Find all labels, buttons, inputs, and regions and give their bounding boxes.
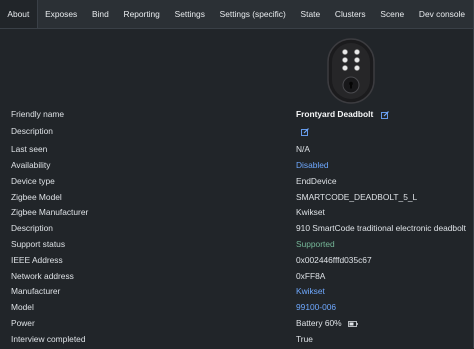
availability-link[interactable]: Disabled	[296, 160, 329, 170]
tab-about[interactable]: About	[0, 0, 38, 28]
power-label: Power	[11, 318, 35, 328]
row-model: Model 99100-006	[0, 302, 474, 317]
tab-exposes[interactable]: Exposes	[38, 0, 85, 28]
friendly-name-label: Friendly name	[11, 109, 65, 119]
support-status-link[interactable]: Supported	[296, 239, 335, 249]
interview-completed-value: True	[296, 334, 313, 344]
tab-bind[interactable]: Bind	[85, 0, 117, 28]
zigbee-model-label: Zigbee Model	[11, 192, 62, 202]
row-device-type: Device type EndDevice	[0, 176, 474, 191]
row-ieee-address: IEEE Address 0x002446fffd035c67	[0, 255, 474, 270]
description-value: 910 SmartCode traditional electronic dea…	[296, 223, 466, 233]
edit-description-icon[interactable]	[301, 128, 309, 136]
network-address-value: 0xFF8A	[296, 271, 326, 281]
row-manufacturer: Manufacturer Kwikset	[0, 286, 474, 301]
manufacturer-label: Manufacturer	[11, 286, 61, 296]
zigbee-manufacturer-label: Zigbee Manufacturer	[11, 207, 89, 217]
manufacturer-link[interactable]: Kwikset	[296, 286, 325, 296]
deadbolt-lock-image	[327, 38, 375, 104]
friendly-name-value: Frontyard Deadbolt	[296, 109, 389, 119]
row-network-address: Network address 0xFF8A	[0, 271, 474, 286]
row-description: Description 910 SmartCode traditional el…	[0, 223, 474, 238]
model-label: Model	[11, 302, 34, 312]
tab-reporting[interactable]: Reporting	[116, 0, 167, 28]
zigbee-manufacturer-value: Kwikset	[296, 207, 325, 217]
tab-bar: About Exposes Bind Reporting Settings Se…	[0, 0, 474, 29]
row-support-status: Support status Supported	[0, 239, 474, 254]
interview-completed-label: Interview completed	[11, 334, 86, 344]
friendly-name-text: Frontyard Deadbolt	[296, 109, 374, 119]
ieee-address-label: IEEE Address	[11, 255, 63, 265]
tab-settings-specific[interactable]: Settings (specific)	[212, 0, 293, 28]
ieee-address-value: 0x002446fffd035c67	[296, 255, 372, 265]
row-zigbee-manufacturer: Zigbee Manufacturer Kwikset	[0, 207, 474, 222]
power-text: Battery 60%	[296, 318, 342, 328]
row-friendly-name: Friendly name Frontyard Deadbolt	[0, 109, 474, 124]
description-edit-label: Description	[11, 126, 53, 136]
network-address-label: Network address	[11, 271, 74, 281]
availability-label: Availability	[11, 160, 51, 170]
description-label: Description	[11, 223, 53, 233]
last-seen-value: N/A	[296, 144, 310, 154]
battery-icon	[348, 320, 358, 327]
support-status-label: Support status	[11, 239, 66, 249]
row-last-seen: Last seen N/A	[0, 144, 474, 159]
tab-scene[interactable]: Scene	[373, 0, 412, 28]
model-link[interactable]: 99100-006	[296, 302, 336, 312]
tab-state[interactable]: State	[293, 0, 327, 28]
row-power: Power Battery 60%	[0, 318, 474, 333]
device-type-value: EndDevice	[296, 176, 337, 186]
last-seen-label: Last seen	[11, 144, 48, 154]
tab-settings[interactable]: Settings	[167, 0, 212, 28]
tab-dev-console[interactable]: Dev console	[412, 0, 473, 28]
row-availability: Availability Disabled	[0, 160, 474, 175]
row-description-edit: Description	[0, 126, 474, 141]
zigbee-model-value: SMARTCODE_DEADBOLT_5_L	[296, 192, 418, 202]
row-interview-completed: Interview completed True	[0, 334, 474, 349]
device-type-label: Device type	[11, 176, 55, 186]
row-zigbee-model: Zigbee Model SMARTCODE_DEADBOLT_5_L	[0, 192, 474, 207]
edit-friendly-name-icon[interactable]	[380, 110, 389, 119]
tab-clusters[interactable]: Clusters	[328, 0, 374, 28]
power-value: Battery 60%	[296, 318, 358, 328]
